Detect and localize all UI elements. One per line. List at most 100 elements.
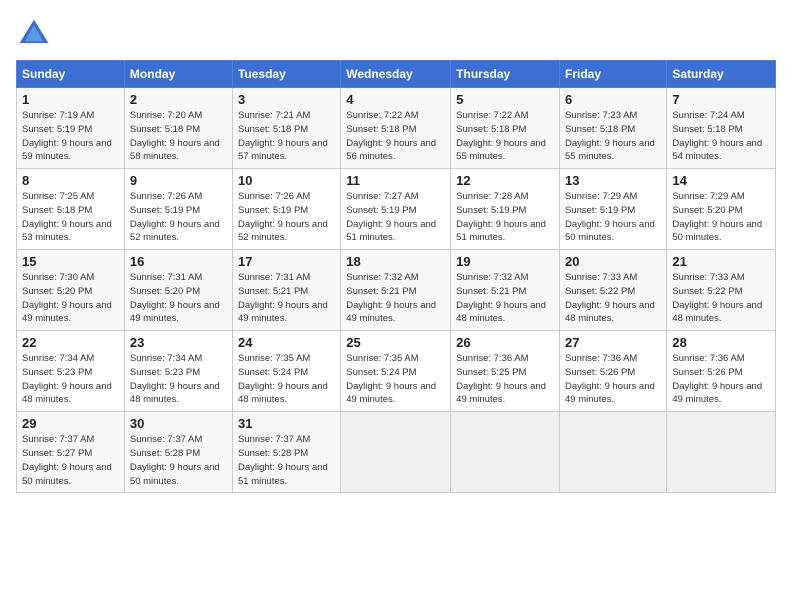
day-number: 16 (130, 254, 227, 269)
day-number: 31 (238, 416, 335, 431)
calendar-cell: 23 Sunrise: 7:34 AMSunset: 5:23 PMDaylig… (124, 331, 232, 412)
day-number: 24 (238, 335, 335, 350)
calendar-cell: 18 Sunrise: 7:32 AMSunset: 5:21 PMDaylig… (341, 250, 451, 331)
day-number: 22 (22, 335, 119, 350)
day-detail: Sunrise: 7:22 AMSunset: 5:18 PMDaylight:… (456, 110, 546, 162)
day-detail: Sunrise: 7:26 AMSunset: 5:19 PMDaylight:… (238, 191, 328, 243)
day-number: 2 (130, 92, 227, 107)
weekday-header-row: SundayMondayTuesdayWednesdayThursdayFrid… (17, 61, 776, 88)
calendar-cell: 20 Sunrise: 7:33 AMSunset: 5:22 PMDaylig… (560, 250, 667, 331)
day-detail: Sunrise: 7:26 AMSunset: 5:19 PMDaylight:… (130, 191, 220, 243)
day-detail: Sunrise: 7:36 AMSunset: 5:26 PMDaylight:… (672, 353, 762, 405)
day-number: 21 (672, 254, 770, 269)
day-detail: Sunrise: 7:34 AMSunset: 5:23 PMDaylight:… (22, 353, 112, 405)
calendar-cell: 6 Sunrise: 7:23 AMSunset: 5:18 PMDayligh… (560, 88, 667, 169)
calendar-cell: 10 Sunrise: 7:26 AMSunset: 5:19 PMDaylig… (232, 169, 340, 250)
day-number: 29 (22, 416, 119, 431)
calendar-cell: 4 Sunrise: 7:22 AMSunset: 5:18 PMDayligh… (341, 88, 451, 169)
day-number: 19 (456, 254, 554, 269)
day-number: 30 (130, 416, 227, 431)
calendar-cell: 24 Sunrise: 7:35 AMSunset: 5:24 PMDaylig… (232, 331, 340, 412)
day-number: 3 (238, 92, 335, 107)
calendar-cell: 19 Sunrise: 7:32 AMSunset: 5:21 PMDaylig… (451, 250, 560, 331)
day-detail: Sunrise: 7:34 AMSunset: 5:23 PMDaylight:… (130, 353, 220, 405)
day-number: 6 (565, 92, 661, 107)
day-detail: Sunrise: 7:35 AMSunset: 5:24 PMDaylight:… (238, 353, 328, 405)
calendar-week-4: 22 Sunrise: 7:34 AMSunset: 5:23 PMDaylig… (17, 331, 776, 412)
calendar-cell: 26 Sunrise: 7:36 AMSunset: 5:25 PMDaylig… (451, 331, 560, 412)
calendar-cell (341, 412, 451, 493)
calendar-week-3: 15 Sunrise: 7:30 AMSunset: 5:20 PMDaylig… (17, 250, 776, 331)
day-number: 12 (456, 173, 554, 188)
day-detail: Sunrise: 7:23 AMSunset: 5:18 PMDaylight:… (565, 110, 655, 162)
weekday-header-tuesday: Tuesday (232, 61, 340, 88)
calendar-week-5: 29 Sunrise: 7:37 AMSunset: 5:27 PMDaylig… (17, 412, 776, 493)
calendar-cell: 8 Sunrise: 7:25 AMSunset: 5:18 PMDayligh… (17, 169, 125, 250)
calendar-cell: 12 Sunrise: 7:28 AMSunset: 5:19 PMDaylig… (451, 169, 560, 250)
weekday-header-thursday: Thursday (451, 61, 560, 88)
day-detail: Sunrise: 7:25 AMSunset: 5:18 PMDaylight:… (22, 191, 112, 243)
day-number: 27 (565, 335, 661, 350)
day-detail: Sunrise: 7:33 AMSunset: 5:22 PMDaylight:… (565, 272, 655, 324)
weekday-header-monday: Monday (124, 61, 232, 88)
day-number: 1 (22, 92, 119, 107)
day-number: 23 (130, 335, 227, 350)
day-number: 14 (672, 173, 770, 188)
day-detail: Sunrise: 7:32 AMSunset: 5:21 PMDaylight:… (346, 272, 436, 324)
calendar-cell: 31 Sunrise: 7:37 AMSunset: 5:28 PMDaylig… (232, 412, 340, 493)
logo (16, 16, 56, 52)
calendar-cell: 22 Sunrise: 7:34 AMSunset: 5:23 PMDaylig… (17, 331, 125, 412)
calendar-week-1: 1 Sunrise: 7:19 AMSunset: 5:19 PMDayligh… (17, 88, 776, 169)
calendar-cell: 29 Sunrise: 7:37 AMSunset: 5:27 PMDaylig… (17, 412, 125, 493)
calendar-cell: 9 Sunrise: 7:26 AMSunset: 5:19 PMDayligh… (124, 169, 232, 250)
weekday-header-wednesday: Wednesday (341, 61, 451, 88)
calendar-table: SundayMondayTuesdayWednesdayThursdayFrid… (16, 60, 776, 493)
day-number: 11 (346, 173, 445, 188)
day-detail: Sunrise: 7:24 AMSunset: 5:18 PMDaylight:… (672, 110, 762, 162)
calendar-cell: 11 Sunrise: 7:27 AMSunset: 5:19 PMDaylig… (341, 169, 451, 250)
day-number: 4 (346, 92, 445, 107)
calendar-cell: 5 Sunrise: 7:22 AMSunset: 5:18 PMDayligh… (451, 88, 560, 169)
calendar-cell: 1 Sunrise: 7:19 AMSunset: 5:19 PMDayligh… (17, 88, 125, 169)
day-number: 7 (672, 92, 770, 107)
day-detail: Sunrise: 7:37 AMSunset: 5:28 PMDaylight:… (130, 434, 220, 486)
day-detail: Sunrise: 7:31 AMSunset: 5:21 PMDaylight:… (238, 272, 328, 324)
day-number: 13 (565, 173, 661, 188)
day-detail: Sunrise: 7:37 AMSunset: 5:27 PMDaylight:… (22, 434, 112, 486)
calendar-cell: 27 Sunrise: 7:36 AMSunset: 5:26 PMDaylig… (560, 331, 667, 412)
day-detail: Sunrise: 7:20 AMSunset: 5:18 PMDaylight:… (130, 110, 220, 162)
calendar-cell: 16 Sunrise: 7:31 AMSunset: 5:20 PMDaylig… (124, 250, 232, 331)
calendar-cell (667, 412, 776, 493)
day-number: 26 (456, 335, 554, 350)
weekday-header-friday: Friday (560, 61, 667, 88)
page-header (16, 16, 776, 52)
calendar-cell: 28 Sunrise: 7:36 AMSunset: 5:26 PMDaylig… (667, 331, 776, 412)
logo-icon (16, 16, 52, 52)
day-detail: Sunrise: 7:29 AMSunset: 5:19 PMDaylight:… (565, 191, 655, 243)
day-number: 8 (22, 173, 119, 188)
day-number: 10 (238, 173, 335, 188)
day-detail: Sunrise: 7:28 AMSunset: 5:19 PMDaylight:… (456, 191, 546, 243)
calendar-cell (451, 412, 560, 493)
day-detail: Sunrise: 7:27 AMSunset: 5:19 PMDaylight:… (346, 191, 436, 243)
day-detail: Sunrise: 7:21 AMSunset: 5:18 PMDaylight:… (238, 110, 328, 162)
day-detail: Sunrise: 7:32 AMSunset: 5:21 PMDaylight:… (456, 272, 546, 324)
day-detail: Sunrise: 7:37 AMSunset: 5:28 PMDaylight:… (238, 434, 328, 486)
calendar-cell: 2 Sunrise: 7:20 AMSunset: 5:18 PMDayligh… (124, 88, 232, 169)
day-number: 18 (346, 254, 445, 269)
day-detail: Sunrise: 7:31 AMSunset: 5:20 PMDaylight:… (130, 272, 220, 324)
calendar-cell: 21 Sunrise: 7:33 AMSunset: 5:22 PMDaylig… (667, 250, 776, 331)
weekday-header-sunday: Sunday (17, 61, 125, 88)
day-detail: Sunrise: 7:35 AMSunset: 5:24 PMDaylight:… (346, 353, 436, 405)
day-detail: Sunrise: 7:36 AMSunset: 5:26 PMDaylight:… (565, 353, 655, 405)
calendar-cell: 15 Sunrise: 7:30 AMSunset: 5:20 PMDaylig… (17, 250, 125, 331)
calendar-cell: 13 Sunrise: 7:29 AMSunset: 5:19 PMDaylig… (560, 169, 667, 250)
day-detail: Sunrise: 7:36 AMSunset: 5:25 PMDaylight:… (456, 353, 546, 405)
calendar-cell: 30 Sunrise: 7:37 AMSunset: 5:28 PMDaylig… (124, 412, 232, 493)
day-number: 15 (22, 254, 119, 269)
day-number: 5 (456, 92, 554, 107)
day-number: 28 (672, 335, 770, 350)
day-number: 20 (565, 254, 661, 269)
day-detail: Sunrise: 7:19 AMSunset: 5:19 PMDaylight:… (22, 110, 112, 162)
day-number: 25 (346, 335, 445, 350)
